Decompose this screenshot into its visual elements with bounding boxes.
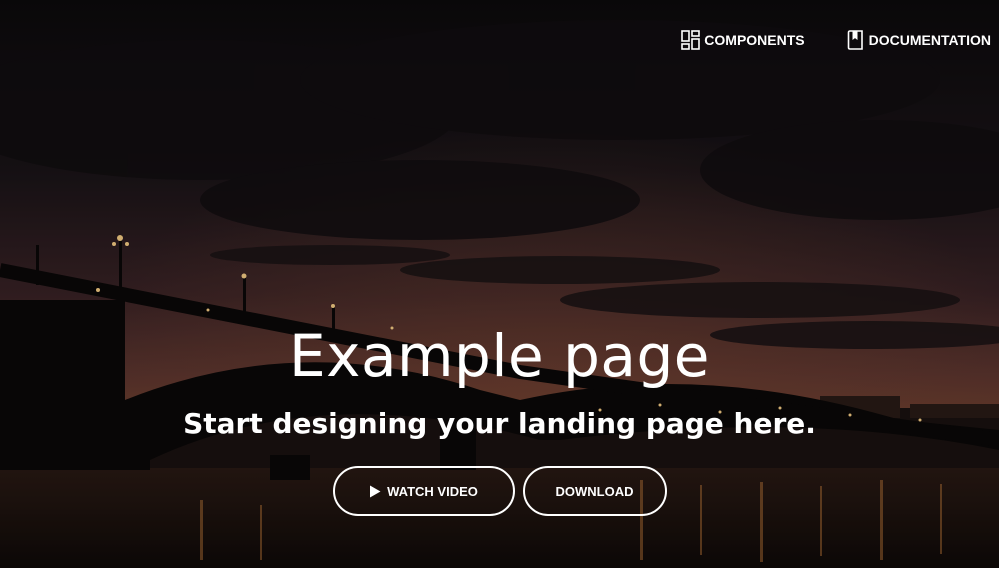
- top-nav: COMPONENTS DOCUMENTATION: [681, 30, 991, 50]
- play-icon: [370, 485, 381, 497]
- nav-documentation-label: DOCUMENTATION: [868, 32, 991, 48]
- hero-section: COMPONENTS DOCUMENTATION Example page St…: [0, 0, 999, 568]
- nav-documentation-link[interactable]: DOCUMENTATION: [847, 30, 991, 50]
- download-button[interactable]: DOWNLOAD: [522, 466, 667, 516]
- download-label: DOWNLOAD: [555, 483, 634, 499]
- page-subtitle: Start designing your landing page here.: [183, 407, 816, 440]
- hero-content: Example page Start designing your landin…: [0, 318, 999, 516]
- nav-components-link[interactable]: COMPONENTS: [681, 30, 805, 50]
- hero-buttons: WATCH VIDEO DOWNLOAD: [0, 466, 999, 516]
- watch-video-button[interactable]: WATCH VIDEO: [332, 466, 515, 516]
- dashboard-icon: [681, 30, 701, 50]
- page-title: Example page: [289, 322, 710, 390]
- book-icon: [847, 30, 863, 50]
- watch-video-label: WATCH VIDEO: [387, 483, 478, 499]
- nav-components-label: COMPONENTS: [704, 32, 805, 48]
